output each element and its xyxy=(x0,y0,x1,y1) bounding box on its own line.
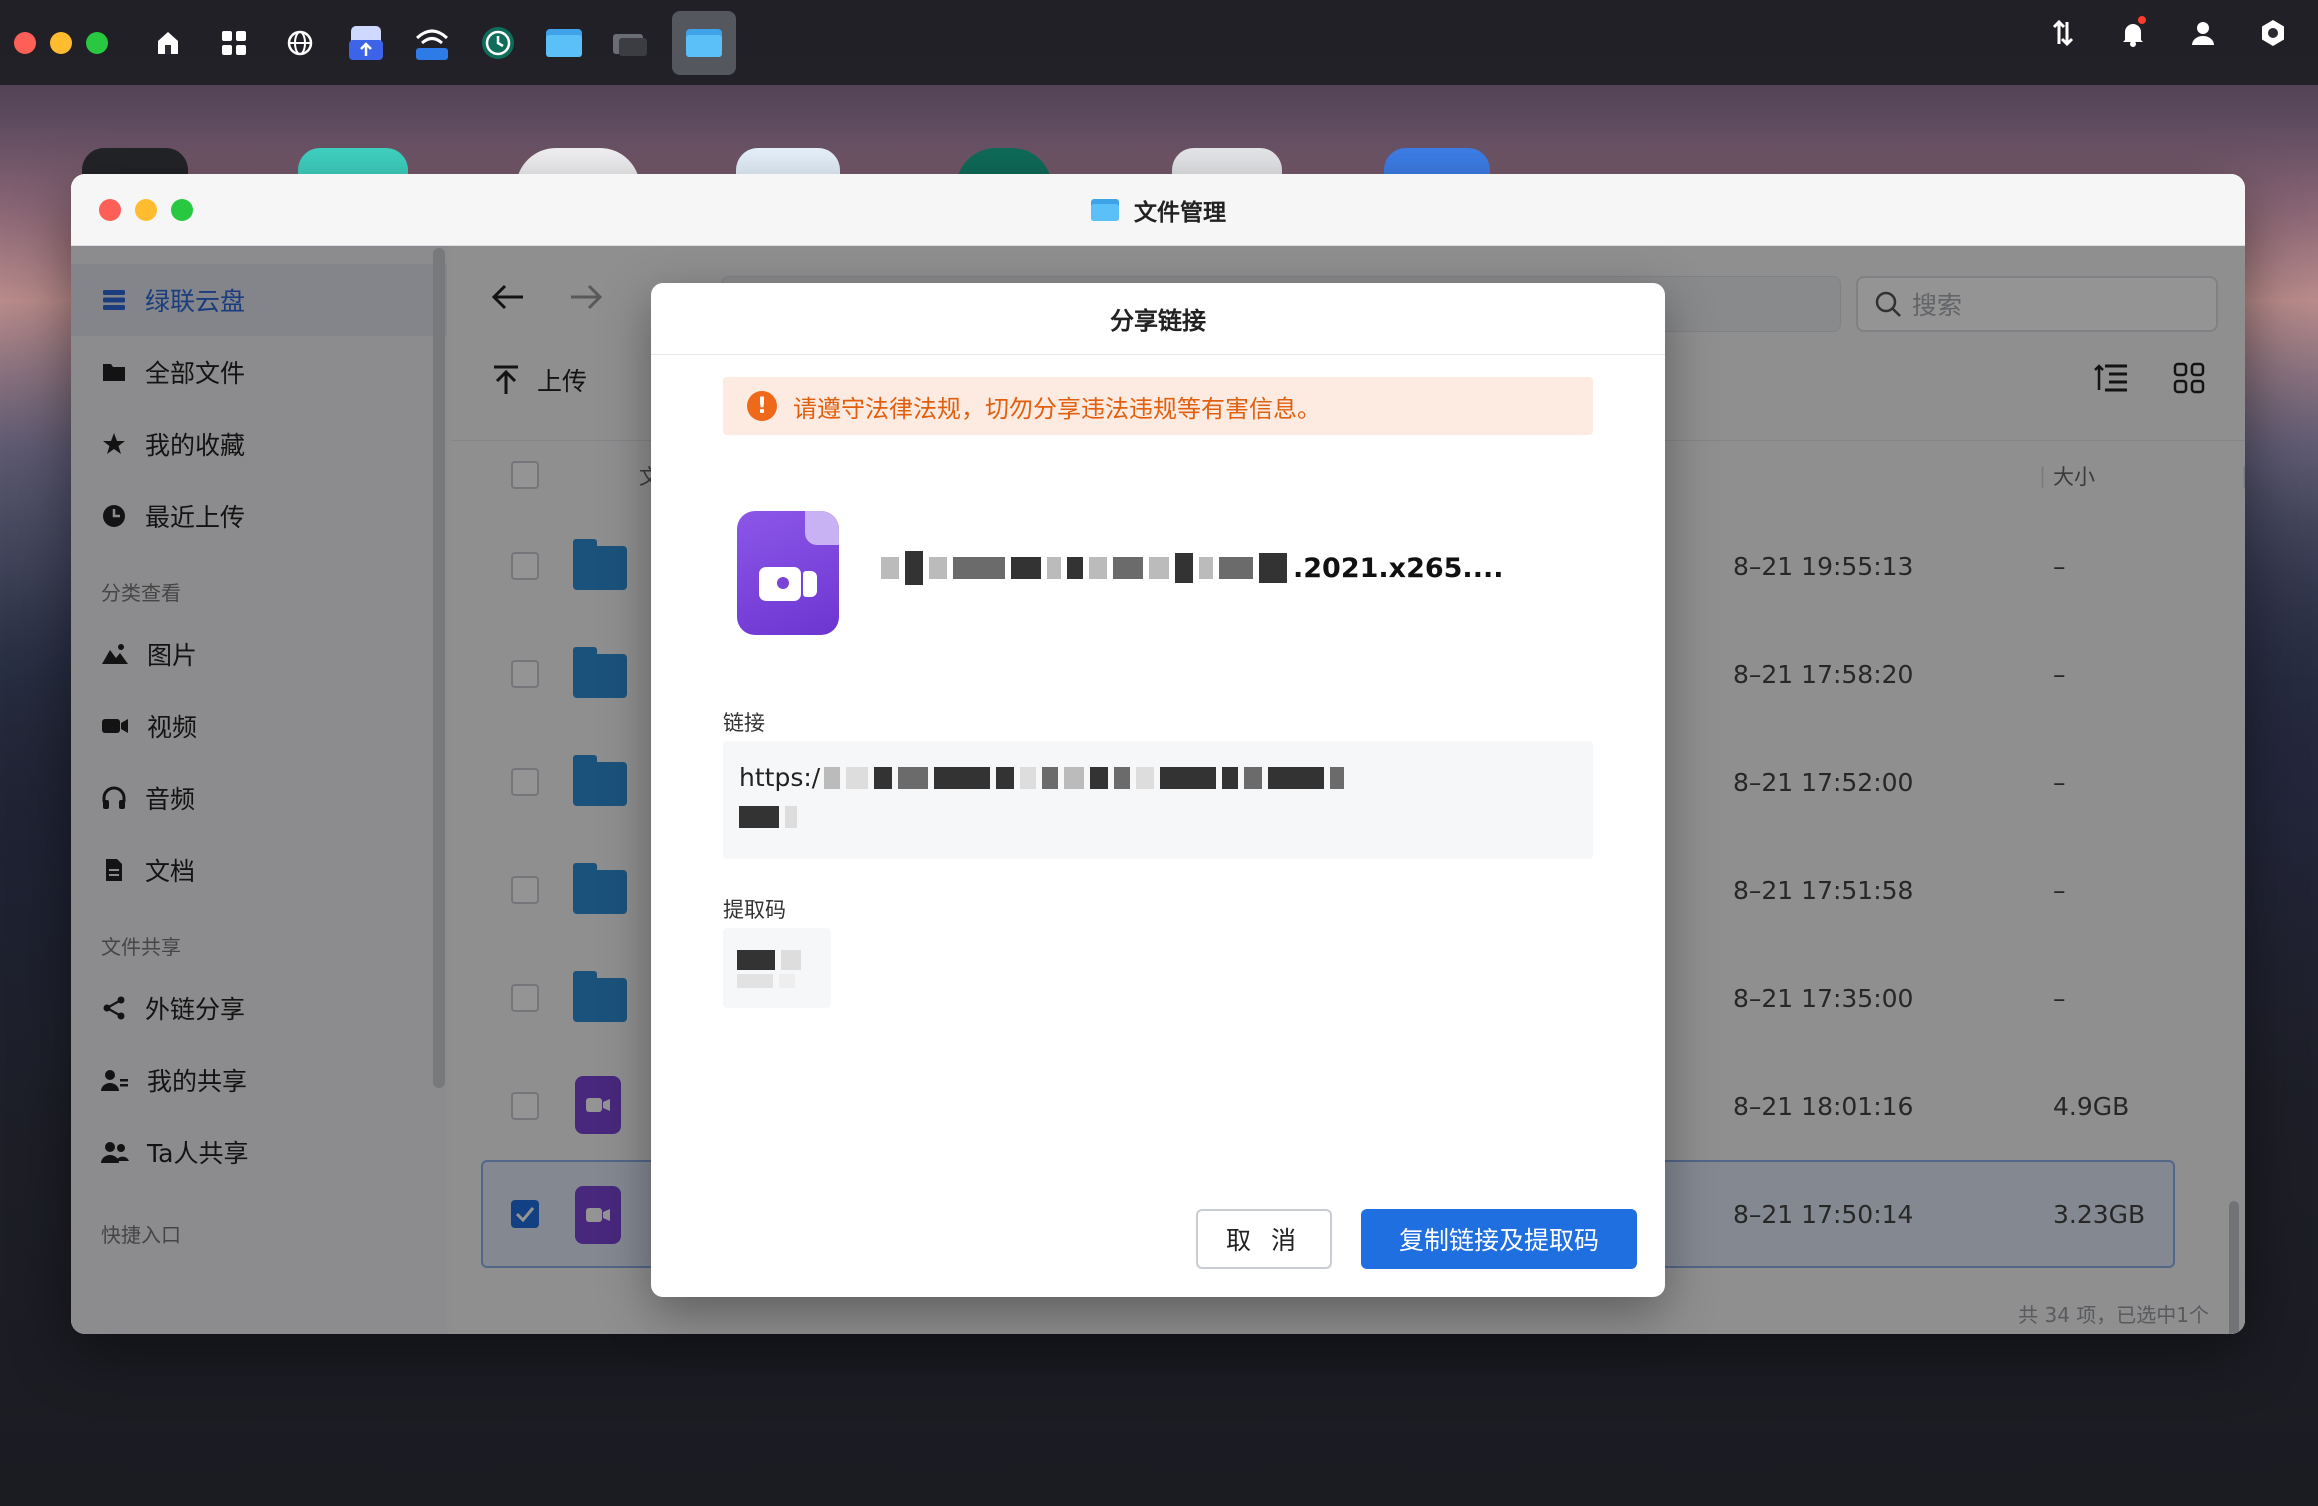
legal-warning-banner: ! 请遵守法律法规，切勿分享违法违规等有害信息。 xyxy=(723,377,1593,435)
home-icon[interactable] xyxy=(144,19,192,67)
extraction-code-field[interactable] xyxy=(723,928,831,1008)
app-launcher-bar xyxy=(144,10,736,75)
settings-icon[interactable] xyxy=(2258,18,2288,52)
close-dot[interactable] xyxy=(14,31,36,54)
file-manager-icon xyxy=(1091,199,1119,221)
notification-badge xyxy=(2136,14,2148,26)
warning-text: 请遵守法律法规，切勿分享违法违规等有害信息。 xyxy=(793,394,1321,423)
redacted-code xyxy=(737,950,817,970)
warning-icon: ! xyxy=(747,391,777,421)
redacted-link xyxy=(824,766,1350,789)
redacted-filename xyxy=(881,551,1293,585)
copy-link-and-code-button[interactable]: 复制链接及提取码 xyxy=(1361,1209,1637,1269)
system-traffic-lights xyxy=(14,31,108,54)
transfer-icon[interactable] xyxy=(2048,18,2078,52)
window-titlebar: 文件管理 xyxy=(71,174,2245,246)
zoom-dot[interactable] xyxy=(86,31,108,54)
bell-icon[interactable] xyxy=(2118,14,2148,52)
drive-icon[interactable] xyxy=(606,19,654,67)
share-link-field[interactable]: https:/ xyxy=(723,741,1593,859)
system-top-bar xyxy=(0,0,2318,85)
dialog-title: 分享链接 xyxy=(651,283,1665,355)
file-manager-active-icon[interactable] xyxy=(672,10,736,75)
shared-file-name: .2021.x265.... xyxy=(881,551,1581,585)
globe-icon[interactable] xyxy=(276,19,324,67)
share-link-dialog: 分享链接 ! 请遵守法律法规，切勿分享违法违规等有害信息。 .2021.x265… xyxy=(651,283,1665,1297)
time-machine-icon[interactable] xyxy=(474,19,522,67)
link-label: 链接 xyxy=(723,711,765,735)
cloud-upload-icon[interactable] xyxy=(342,19,390,67)
system-tray xyxy=(2048,14,2288,52)
video-file-icon xyxy=(737,511,839,635)
apps-grid-icon[interactable] xyxy=(210,19,258,67)
minimize-dot[interactable] xyxy=(50,31,72,54)
file-name-suffix: .2021.x265.... xyxy=(1293,552,1504,584)
file-manager-icon[interactable] xyxy=(540,19,588,67)
user-icon[interactable] xyxy=(2188,18,2218,52)
wifi-storage-icon[interactable] xyxy=(408,19,456,67)
extraction-code-label: 提取码 xyxy=(723,898,786,922)
link-prefix: https:/ xyxy=(739,763,821,792)
window-title: 文件管理 xyxy=(71,174,2245,246)
cancel-button[interactable]: 取 消 xyxy=(1196,1209,1332,1269)
window-title-text: 文件管理 xyxy=(1134,200,1226,226)
